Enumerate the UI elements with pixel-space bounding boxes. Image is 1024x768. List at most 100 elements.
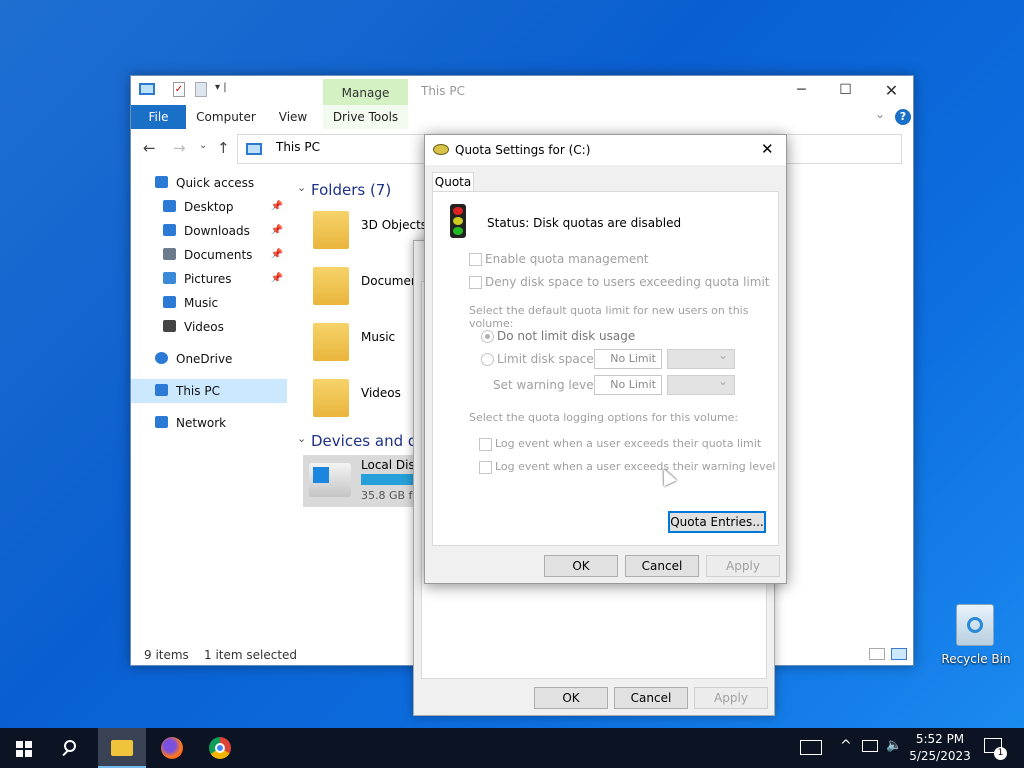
cancel-button[interactable]: Cancel [625, 555, 699, 577]
sidebar-item-label: Documents [184, 248, 253, 262]
drive-item[interactable]: Local Disk 35.8 GB fre [303, 455, 426, 507]
quota-settings-dialog: Quota Settings for (C:) ✕ Quota Status: … [424, 134, 787, 584]
help-icon[interactable]: ? [895, 109, 911, 125]
search-box[interactable] [786, 134, 902, 164]
taskbar: ^ 🔈 5:52 PM 5/25/2023 1 [0, 728, 1024, 768]
sidebar-item-label: This PC [176, 384, 220, 398]
video-icon [163, 320, 176, 332]
sidebar-item-desktop[interactable]: Desktop 📌 [131, 195, 287, 219]
ribbon-tabs: File Computer View Drive Tools ⌄ ? [131, 105, 913, 129]
properties-icon[interactable]: ✓ [173, 82, 185, 97]
enable-quota-label: Enable quota management [485, 252, 649, 266]
search-button[interactable] [48, 728, 96, 768]
sidebar-item-music[interactable]: Music [131, 291, 287, 315]
quota-entries-button[interactable]: Quota Entries... [668, 511, 766, 533]
enable-quota-checkbox[interactable] [469, 253, 482, 266]
warning-unit-dropdown[interactable] [667, 374, 735, 395]
tab-drive-tools[interactable]: Drive Tools [323, 105, 408, 129]
tab-manage[interactable]: Manage [323, 79, 408, 106]
deny-space-checkbox[interactable] [469, 276, 482, 289]
tab-file[interactable]: File [131, 105, 186, 129]
sidebar-item-label: Pictures [184, 272, 232, 286]
sidebar-item-documents[interactable]: Documents 📌 [131, 243, 287, 267]
desktop-icon [163, 200, 176, 212]
chrome-icon [209, 737, 231, 759]
devices-chevron-icon[interactable]: ⌄ [297, 432, 306, 445]
sidebar-item-network[interactable]: Network [131, 411, 287, 435]
customize-toolbar-icon[interactable]: ▾ | [215, 82, 227, 93]
sidebar-item-pictures[interactable]: Pictures 📌 [131, 267, 287, 291]
item-count: 9 items [144, 648, 189, 662]
show-hidden-icons-icon[interactable]: ^ [840, 738, 852, 754]
close-icon[interactable]: ✕ [761, 140, 774, 158]
limit-disk-radio[interactable] [481, 353, 494, 366]
documents-icon [313, 267, 349, 305]
folder-name: 3D Objects [361, 218, 426, 232]
expand-ribbon-icon[interactable]: ⌄ [875, 107, 885, 121]
computer-icon [139, 83, 155, 95]
sidebar-item-onedrive[interactable]: OneDrive [131, 347, 287, 371]
folders-chevron-icon[interactable]: ⌄ [297, 181, 306, 194]
start-button[interactable] [0, 728, 48, 768]
close-button[interactable]: ✕ [869, 76, 914, 105]
large-icons-view-icon[interactable] [891, 648, 907, 660]
sidebar-item-quick-access[interactable]: Quick access [131, 171, 287, 195]
sidebar-item-downloads[interactable]: Downloads 📌 [131, 219, 287, 243]
warning-value-field[interactable]: No Limit [594, 375, 662, 395]
sidebar-item-videos[interactable]: Videos [131, 315, 287, 339]
folder-item[interactable]: 3D Objects [313, 211, 426, 259]
file-explorer-taskbar-button[interactable] [98, 728, 146, 768]
clock-time[interactable]: 5:52 PM [912, 732, 968, 746]
log-limit-checkbox[interactable] [479, 438, 492, 451]
log-warning-label: Log event when a user exceeds their warn… [495, 460, 776, 473]
recycle-bin-shortcut[interactable]: Recycle Bin [938, 600, 1014, 672]
limit-unit-dropdown[interactable] [667, 348, 735, 369]
cancel-button[interactable]: Cancel [614, 687, 688, 709]
sidebar-item-this-pc[interactable]: This PC [131, 379, 287, 403]
network-icon [155, 416, 168, 428]
recycle-bin-icon [956, 604, 994, 646]
window-title: This PC [421, 84, 465, 98]
ok-button[interactable]: OK [544, 555, 618, 577]
tab-quota[interactable]: Quota [432, 172, 474, 192]
folder-item[interactable]: Videos [313, 379, 426, 427]
network-icon[interactable] [862, 740, 878, 752]
dialog-title: Quota Settings for (C:) [455, 143, 591, 157]
folder-item[interactable]: Document [313, 267, 426, 315]
folder-item[interactable]: Music [313, 323, 426, 371]
new-folder-icon[interactable] [195, 82, 207, 97]
folders-heading[interactable]: Folders (7) [311, 181, 391, 199]
computer-icon [246, 143, 262, 155]
windows-logo-icon [16, 741, 32, 757]
sidebar-item-label: Downloads [184, 224, 250, 238]
log-warning-checkbox[interactable] [479, 461, 492, 474]
maximize-button[interactable]: ☐ [823, 76, 868, 105]
up-icon[interactable]: ↑ [217, 139, 230, 157]
pin-icon: 📌 [270, 249, 283, 260]
tab-computer[interactable]: Computer [193, 105, 259, 129]
log-limit-label: Log event when a user exceeds their quot… [495, 437, 762, 450]
minimize-button[interactable]: ─ [779, 76, 824, 105]
address-text: This PC [276, 140, 320, 154]
tab-view[interactable]: View [271, 105, 315, 129]
devices-heading[interactable]: Devices and dri [311, 432, 426, 450]
limit-value-field[interactable]: No Limit [594, 349, 662, 369]
chrome-taskbar-button[interactable] [196, 728, 244, 768]
limit-disk-label: Limit disk space to [497, 352, 610, 366]
news-widget-icon[interactable] [800, 740, 822, 755]
firefox-taskbar-button[interactable] [148, 728, 196, 768]
recent-locations-icon[interactable]: ⌄ [199, 140, 207, 151]
sidebar-item-label: Network [176, 416, 227, 430]
pin-icon: 📌 [270, 273, 283, 284]
forward-icon[interactable]: → [173, 139, 186, 157]
star-icon [155, 176, 168, 188]
details-view-icon[interactable] [869, 648, 885, 660]
back-icon[interactable]: ← [143, 139, 156, 157]
volume-muted-icon[interactable]: 🔈 [886, 738, 902, 753]
pin-icon: 📌 [270, 225, 283, 236]
clock-date[interactable]: 5/25/2023 [908, 749, 972, 763]
ok-button[interactable]: OK [534, 687, 608, 709]
cloud-icon [155, 352, 168, 364]
no-limit-radio[interactable] [481, 330, 494, 343]
address-bar[interactable]: This PC [237, 134, 427, 164]
